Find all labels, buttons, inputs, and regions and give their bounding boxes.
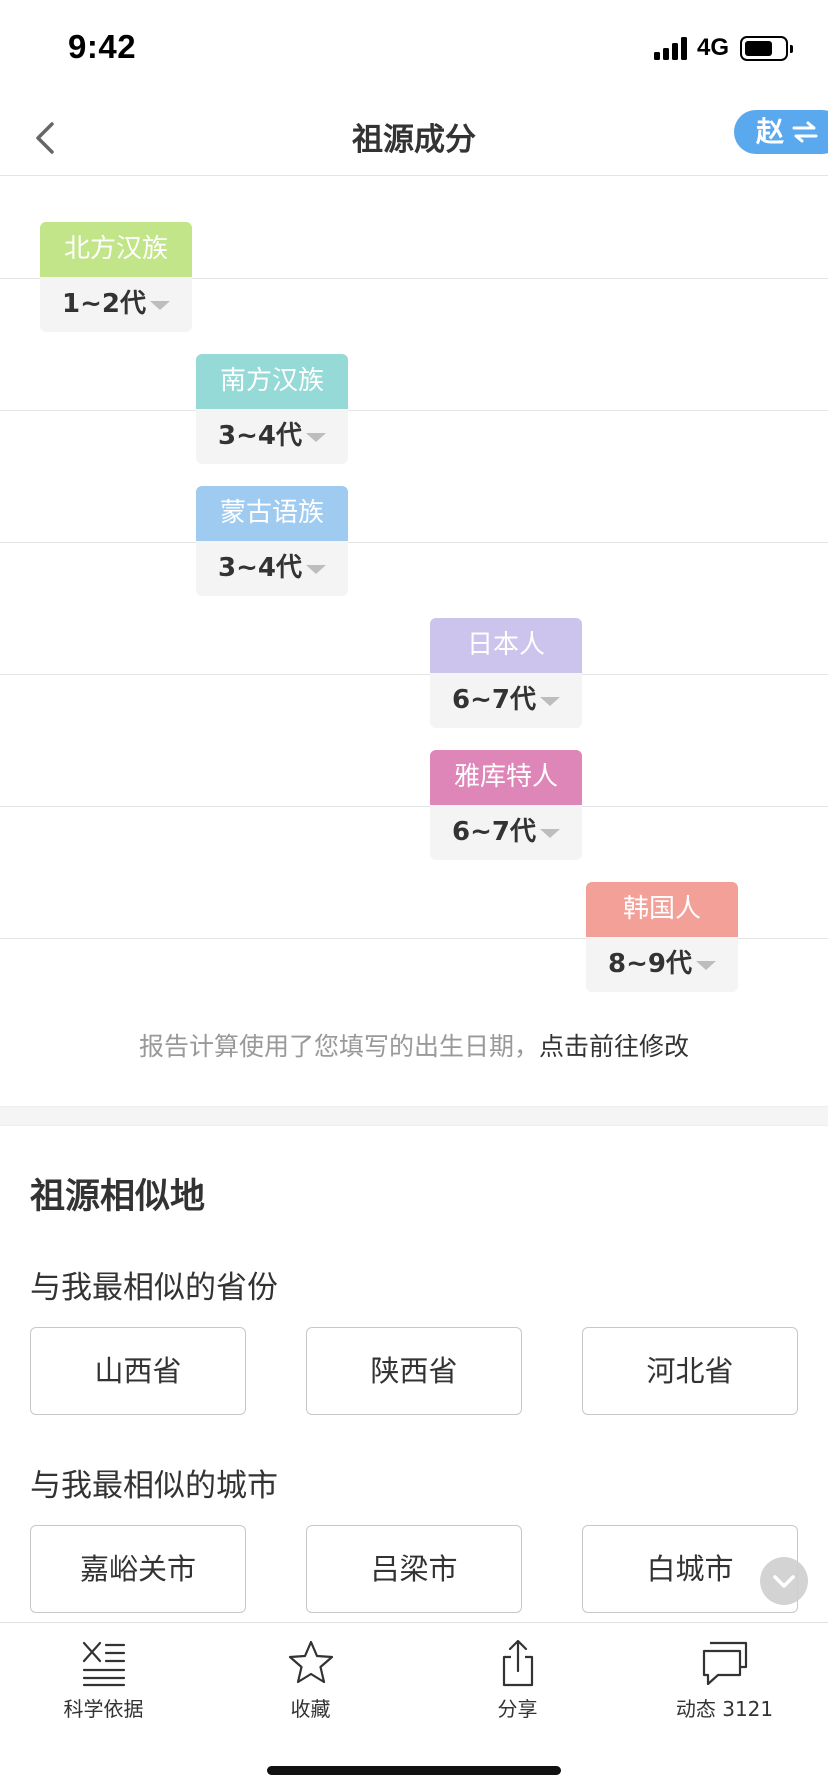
generation-select[interactable]: 1~2代	[40, 277, 192, 332]
generation-select[interactable]: 3~4代	[196, 541, 348, 596]
ancestry-label: 日本人	[430, 618, 582, 673]
section-divider	[0, 1106, 828, 1126]
generation-value: 6~7代	[452, 685, 536, 715]
switch-profile-button[interactable]: 赵	[734, 110, 828, 154]
ancestry-label: 南方汉族	[196, 354, 348, 409]
city-option[interactable]: 吕梁市	[306, 1525, 522, 1613]
ancestry-timeline: 北方汉族 1~2代 南方汉族 3~4代 蒙古语族 3~4代 日本人 6~7代 雅…	[0, 177, 828, 992]
section-title: 祖源相似地	[30, 1177, 206, 1217]
province-option[interactable]: 河北省	[582, 1327, 798, 1415]
tab-favorite[interactable]: 收藏	[207, 1639, 414, 1739]
timeline-line	[0, 674, 828, 675]
tab-activity[interactable]: 动态 3121	[621, 1639, 828, 1739]
home-indicator	[267, 1766, 561, 1775]
scroll-down-button[interactable]	[760, 1557, 808, 1605]
tab-share[interactable]: 分享	[414, 1639, 621, 1739]
timeline-line	[0, 806, 828, 807]
surname-label: 赵	[756, 115, 785, 148]
battery-icon	[740, 36, 793, 61]
province-option[interactable]: 山西省	[30, 1327, 246, 1415]
ancestry-chip-japanese: 日本人 6~7代	[430, 618, 582, 728]
signal-icon	[654, 36, 690, 60]
ancestry-label: 韩国人	[586, 882, 738, 937]
generation-value: 1~2代	[62, 289, 146, 319]
generation-select[interactable]: 8~9代	[586, 937, 738, 992]
page-title: 祖源成分	[352, 122, 476, 158]
caret-down-icon	[696, 961, 716, 970]
ancestry-chip-yakut: 雅库特人 6~7代	[430, 750, 582, 860]
timeline-line	[0, 542, 828, 543]
generation-select[interactable]: 6~7代	[430, 673, 582, 728]
province-subtitle: 与我最相似的省份	[30, 1270, 278, 1306]
ancestry-chip-north-han: 北方汉族 1~2代	[40, 222, 192, 332]
tab-label: 分享	[497, 1697, 538, 1721]
tab-label: 动态 3121	[675, 1697, 774, 1721]
birthdate-note: 报告计算使用了您填写的出生日期，点击前往修改	[0, 1027, 828, 1063]
share-icon	[502, 1639, 533, 1687]
note-text: 报告计算使用了您填写的出生日期，	[138, 1032, 539, 1061]
province-option[interactable]: 陕西省	[306, 1327, 522, 1415]
generation-select[interactable]: 3~4代	[196, 409, 348, 464]
ancestry-chip-korean: 韩国人 8~9代	[586, 882, 738, 992]
caret-down-icon	[540, 697, 560, 706]
timeline-line	[0, 410, 828, 411]
swap-arrows-icon	[792, 121, 818, 143]
city-subtitle: 与我最相似的城市	[30, 1468, 278, 1504]
status-bar: 9:42 4G	[0, 0, 828, 100]
ancestry-label: 北方汉族	[40, 222, 192, 277]
caret-down-icon	[306, 565, 326, 574]
tab-label: 收藏	[290, 1697, 331, 1721]
caret-down-icon	[306, 433, 326, 442]
tab-label: 科学依据	[63, 1697, 144, 1721]
generation-value: 3~4代	[218, 421, 302, 451]
ancestry-label: 蒙古语族	[196, 486, 348, 541]
chevron-down-icon	[773, 1575, 795, 1588]
caret-down-icon	[540, 829, 560, 838]
generation-value: 6~7代	[452, 817, 536, 847]
star-icon	[288, 1640, 333, 1684]
ancestry-chip-south-han: 南方汉族 3~4代	[196, 354, 348, 464]
status-time: 9:42	[68, 28, 137, 65]
edit-birthdate-link[interactable]: 点击前往修改	[539, 1032, 689, 1061]
generation-value: 3~4代	[218, 553, 302, 583]
nav-bar: 祖源成分 赵	[0, 100, 828, 176]
ancestry-label: 雅库特人	[430, 750, 582, 805]
caret-down-icon	[150, 301, 170, 310]
generation-value: 8~9代	[608, 949, 692, 979]
city-option[interactable]: 嘉峪关市	[30, 1525, 246, 1613]
ancestry-chip-mongolic: 蒙古语族 3~4代	[196, 486, 348, 596]
generation-select[interactable]: 6~7代	[430, 805, 582, 860]
tab-science[interactable]: 科学依据	[0, 1639, 207, 1739]
chat-bubbles-icon	[702, 1641, 747, 1686]
dna-list-icon	[82, 1641, 125, 1687]
network-type: 4G	[697, 34, 730, 61]
